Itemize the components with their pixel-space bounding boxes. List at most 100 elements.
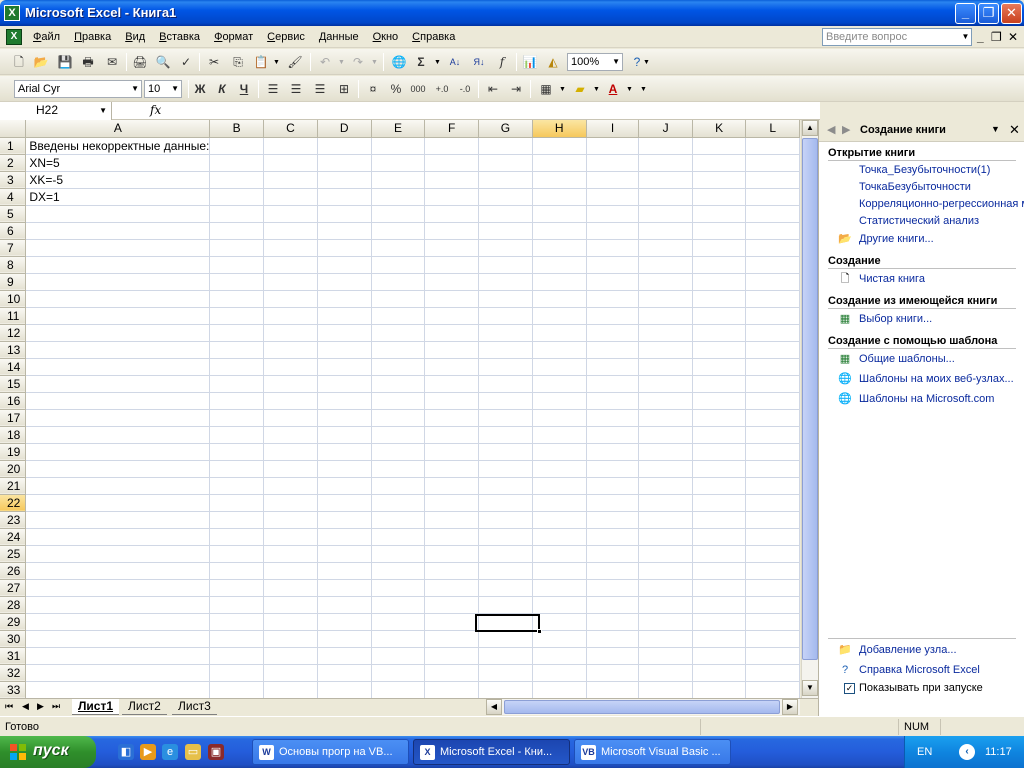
close-button[interactable]: ✕	[1001, 3, 1022, 24]
cell-l6[interactable]	[745, 222, 800, 240]
row-header[interactable]: 33	[0, 681, 27, 698]
row-header[interactable]: 11	[0, 307, 27, 325]
cell-d12[interactable]	[317, 324, 372, 342]
task-pane-close-icon[interactable]: ✕	[1009, 122, 1020, 138]
autosum-icon[interactable]: Σ	[412, 53, 430, 71]
cell-b24[interactable]	[209, 528, 265, 546]
cell-c18[interactable]	[263, 426, 318, 444]
cut-icon[interactable]: ✂	[205, 53, 223, 71]
cell-e30[interactable]	[371, 630, 426, 648]
cell-l18[interactable]	[745, 426, 800, 444]
cell-f21[interactable]	[424, 477, 479, 495]
cell-k27[interactable]	[692, 579, 747, 597]
cell-g26[interactable]	[478, 562, 533, 580]
row-header[interactable]: 24	[0, 528, 27, 546]
comma-style-button[interactable]: 000	[409, 80, 427, 98]
cell-h25[interactable]	[532, 545, 587, 563]
cell-c7[interactable]	[263, 239, 318, 257]
percent-style-button[interactable]: %	[387, 80, 405, 98]
scroll-right-button[interactable]: ▶	[782, 699, 798, 715]
cell-a31[interactable]	[25, 647, 211, 665]
cell-a29[interactable]	[25, 613, 211, 631]
currency-icon[interactable]: ¤	[364, 80, 382, 98]
row-header[interactable]: 18	[0, 426, 27, 444]
cell-l7[interactable]	[745, 239, 800, 257]
cell-d19[interactable]	[317, 443, 372, 461]
cell-h22[interactable]	[532, 494, 587, 512]
web-templates-link[interactable]: Шаблоны на моих веб-узлах...	[859, 373, 1024, 385]
print-icon[interactable]: 🖨	[131, 53, 149, 71]
cell-a24[interactable]	[25, 528, 211, 546]
cell-b23[interactable]	[209, 511, 265, 529]
cell-j11[interactable]	[638, 307, 693, 325]
cell-f29[interactable]	[424, 613, 479, 631]
cell-c3[interactable]	[263, 171, 318, 189]
cell-e32[interactable]	[371, 664, 426, 682]
cell-l15[interactable]	[745, 375, 800, 393]
tray-expand-icon[interactable]: ‹	[959, 744, 975, 760]
bold-button[interactable]: Ж	[191, 80, 209, 98]
cell-j20[interactable]	[638, 460, 693, 478]
cell-h24[interactable]	[532, 528, 587, 546]
cell-c17[interactable]	[263, 409, 318, 427]
cell-k12[interactable]	[692, 324, 747, 342]
cell-e7[interactable]	[371, 239, 426, 257]
cell-i23[interactable]	[586, 511, 640, 529]
cell-c11[interactable]	[263, 307, 318, 325]
cell-c32[interactable]	[263, 664, 318, 682]
cell-k24[interactable]	[692, 528, 747, 546]
cell-f32[interactable]	[424, 664, 479, 682]
cell-l13[interactable]	[745, 341, 800, 359]
row-header[interactable]: 29	[0, 613, 27, 631]
cell-e18[interactable]	[371, 426, 426, 444]
cell-c30[interactable]	[263, 630, 318, 648]
start-button[interactable]: пуск	[0, 736, 96, 768]
paste-dropdown-icon[interactable]: ▼	[273, 59, 280, 66]
cell-d14[interactable]	[317, 358, 372, 376]
cell-j31[interactable]	[638, 647, 693, 665]
cell-g31[interactable]	[478, 647, 533, 665]
insert-function-icon[interactable]: f	[493, 53, 511, 71]
row-header[interactable]: 20	[0, 460, 27, 478]
sort-descending-icon[interactable]: Я↓	[470, 53, 488, 71]
taskbar-task[interactable]: X Microsoft Excel - Кни...	[413, 739, 570, 765]
cell-i20[interactable]	[586, 460, 640, 478]
cell-d5[interactable]	[317, 205, 372, 223]
cell-a25[interactable]	[25, 545, 211, 563]
cell-l5[interactable]	[745, 205, 800, 223]
cell-f11[interactable]	[424, 307, 479, 325]
cell-h19[interactable]	[532, 443, 587, 461]
cell-h27[interactable]	[532, 579, 587, 597]
cell-i28[interactable]	[586, 596, 640, 614]
cell-k32[interactable]	[692, 664, 747, 682]
decrease-decimal-icon[interactable]: -.0	[456, 80, 474, 98]
cell-d7[interactable]	[317, 239, 372, 257]
cell-e4[interactable]	[371, 188, 426, 206]
cell-k13[interactable]	[692, 341, 747, 359]
cell-a8[interactable]	[25, 256, 211, 274]
cell-g28[interactable]	[478, 596, 533, 614]
cell-l12[interactable]	[745, 324, 800, 342]
cell-g17[interactable]	[478, 409, 533, 427]
cell-h12[interactable]	[532, 324, 587, 342]
menu-item[interactable]: Правка	[67, 30, 118, 44]
cell-g8[interactable]	[478, 256, 533, 274]
cell-k14[interactable]	[692, 358, 747, 376]
cell-g33[interactable]	[478, 681, 533, 698]
row-header[interactable]: 23	[0, 511, 27, 529]
cell-c13[interactable]	[263, 341, 318, 359]
cell-c22[interactable]	[263, 494, 318, 512]
cell-g32[interactable]	[478, 664, 533, 682]
open-folder-icon[interactable]: 📂	[32, 53, 50, 71]
cell-f31[interactable]	[424, 647, 479, 665]
hyperlink-icon[interactable]: 🌐	[390, 53, 408, 71]
cell-l10[interactable]	[745, 290, 800, 308]
cell-i33[interactable]	[586, 681, 640, 698]
cell-d28[interactable]	[317, 596, 372, 614]
cell-h23[interactable]	[532, 511, 587, 529]
cell-g7[interactable]	[478, 239, 533, 257]
horizontal-scroll-thumb[interactable]	[504, 700, 780, 714]
sheet-tab[interactable]: Лист3	[172, 699, 217, 715]
new-document-icon[interactable]: 🗋	[10, 53, 28, 71]
cell-d22[interactable]	[317, 494, 372, 512]
